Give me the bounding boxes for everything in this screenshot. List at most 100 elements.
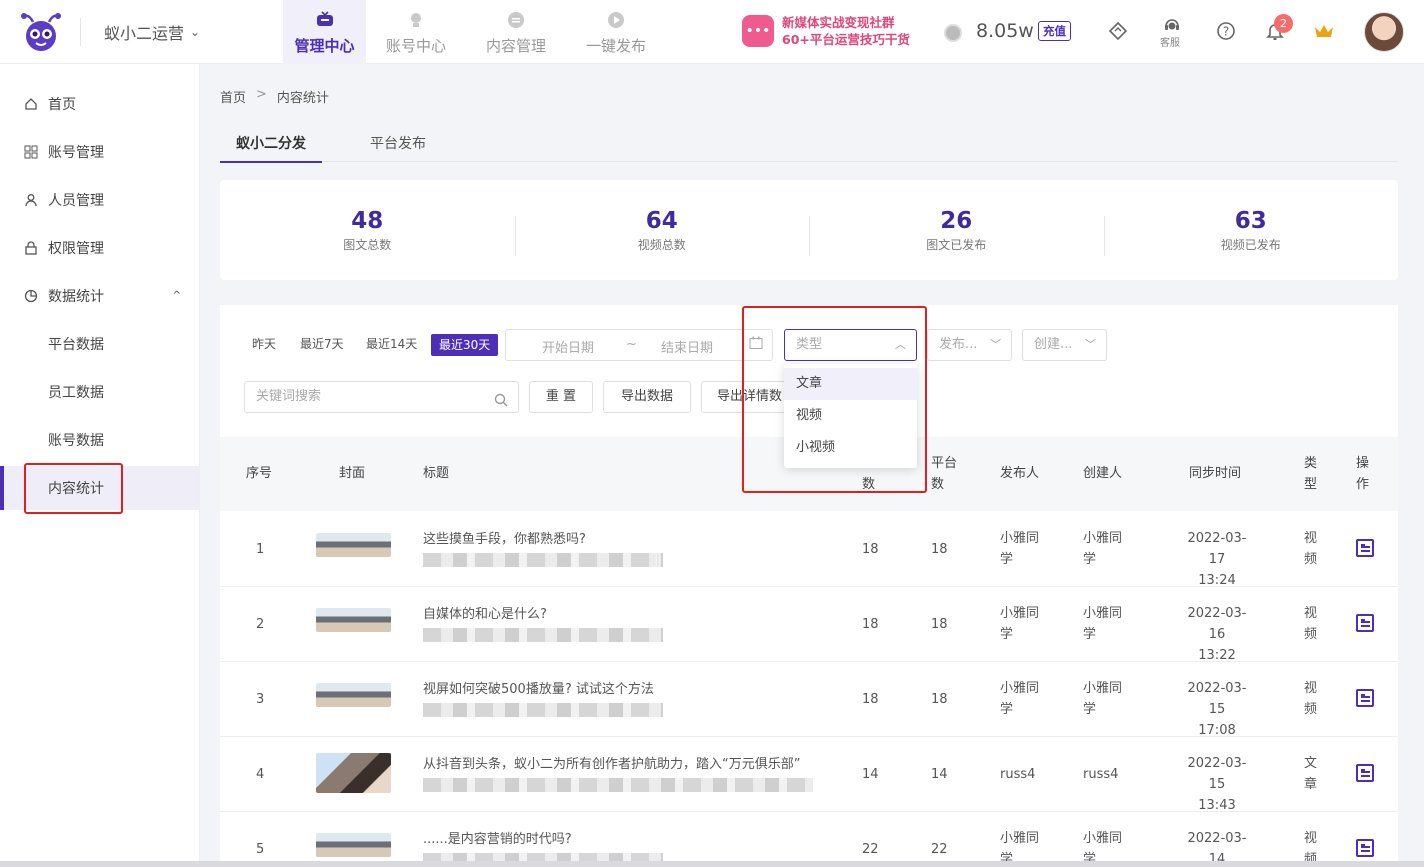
cell-title[interactable]: 从抖音到头条，蚁小二为所有创作者护航助力，踏入“万元俱乐部” [423,754,800,775]
cell-creator: 小雅同 学 [1083,678,1122,720]
sidebar-item-accounts[interactable]: 账号管理 [0,130,199,174]
user-avatar[interactable] [1364,12,1404,52]
cell-publisher: 小雅同 学 [1000,603,1039,645]
quick-filter-30days[interactable]: 最近30天 [431,334,499,356]
cell-title[interactable]: ......是内容营销的时代吗? [423,829,572,850]
sidebar-subitem-content-stats[interactable]: 内容统计 [0,466,199,510]
calendar-icon[interactable] [749,336,763,354]
keyword-search-input[interactable]: 关键词搜索 [244,381,519,413]
cell-sync-time: 2022-03-15 17:08 [1180,678,1254,741]
org-name: 蚁小二运营 [104,24,185,43]
dropdown-option-video[interactable]: 视频 [784,400,917,432]
cell-sync-date: 2022-03-17 [1187,531,1247,567]
sidebar-item-data-stats[interactable]: 数据统计 ^ [0,274,199,318]
cell-publisher: 小雅同 学 [1000,528,1039,570]
reset-button[interactable]: 重 置 [529,381,593,413]
search-icon[interactable] [494,389,508,419]
nav-account-center[interactable]: 账号中心 [366,0,466,64]
tab-platform-publish[interactable]: 平台发布 [370,124,426,162]
dropdown-option-article[interactable]: 文章 [784,368,917,400]
date-range-picker[interactable]: 开始日期 ~ 结束日期 [505,329,773,361]
cover-thumbnail[interactable] [316,753,391,793]
table-row[interactable]: 3 视屏如何突破500播放量? 试试这个方法 18 18 小雅同 学 小雅同 学… [220,662,1398,738]
cell-creator: russ4 [1083,764,1118,785]
cell-index: 3 [256,692,265,707]
detail-icon[interactable] [1356,689,1374,707]
export-data-button[interactable]: 导出数据 [603,381,691,413]
tab-yixiaoer-distribution[interactable]: 蚁小二分发 [220,124,322,163]
cell-type: 视 频 [1304,603,1317,645]
recharge-button[interactable]: 充值 [1038,21,1071,41]
nav-label: 账号中心 [385,36,446,55]
th-type: 类 型 [1304,453,1317,495]
cell-title[interactable]: 自媒体的和心是什么? [423,604,547,625]
cell-title[interactable]: 视屏如何突破500播放量? 试试这个方法 [423,679,654,700]
sidebar-item-label: 权限管理 [48,241,104,257]
table-row[interactable]: 1 这些摸鱼手段，你都熟悉吗? 18 18 小雅同 学 小雅同 学 2022-0… [220,512,1398,588]
org-selector[interactable]: 蚁小二运营 ⌄ [104,20,200,44]
range-separator: ~ [626,337,637,352]
sidebar-subitem-account-data[interactable]: 账号数据 [0,418,199,462]
publisher-select[interactable]: 发布... ﹀ [927,329,1012,361]
dropdown-option-short-video[interactable]: 小视频 [784,432,917,464]
customer-service-icon[interactable] [1161,14,1183,36]
quick-filter-7days[interactable]: 最近7天 [300,332,344,356]
cell-title[interactable]: 这些摸鱼手段，你都熟悉吗? [423,529,586,550]
type-select[interactable]: 类型 ︿ [784,329,917,361]
table-row[interactable]: 5 ......是内容营销的时代吗? 22 22 小雅同 学 小雅同 学 202… [220,812,1398,867]
lock-icon [24,241,38,255]
detail-icon[interactable] [1356,539,1374,557]
sidebar-subitem-label: 员工数据 [48,385,104,401]
cover-thumbnail[interactable] [316,833,391,857]
th-operation: 操 作 [1356,453,1369,495]
sidebar-item-home[interactable]: 首页 [0,82,199,126]
cell-type-line1: 文 [1304,756,1318,771]
sidebar-item-permissions[interactable]: 权限管理 [0,226,199,270]
crown-icon[interactable] [1313,20,1335,42]
creator-select[interactable]: 创建... ﹀ [1022,329,1107,361]
chat-bubble-icon: ••• [742,15,774,47]
cell-type: 视 频 [1304,678,1317,720]
cell-type-line1: 视 [1304,531,1318,546]
end-date-input[interactable]: 结束日期 [661,337,713,356]
sidebar-item-personnel[interactable]: 人员管理 [0,178,199,222]
th-publisher: 发布人 [1000,466,1040,481]
quick-filter-14days[interactable]: 最近14天 [366,332,417,356]
blurred-text [423,553,663,567]
cell-type: 文 章 [1304,753,1317,795]
detail-icon[interactable] [1356,839,1374,857]
top-nav: 管理中心 账号中心 内容管理 一键发布 [283,0,666,64]
publisher-select-placeholder: 发布... [939,337,978,352]
nav-management-center[interactable]: 管理中心 [283,0,366,64]
table-row[interactable]: 4 从抖音到头条，蚁小二为所有创作者护航助力，踏入“万元俱乐部” 14 14 r… [220,737,1398,813]
cover-thumbnail[interactable] [316,608,391,632]
cell-platforms: 18 [931,542,948,557]
stat-label: 图文总数 [343,237,392,252]
coin-icon [944,24,962,42]
stat-label: 视频已发布 [1220,237,1281,252]
sidebar-subitem-label: 平台数据 [48,337,104,353]
breadcrumb-home[interactable]: 首页 [220,87,246,106]
cell-creator-line1: russ4 [1083,767,1119,782]
ant-logo-icon[interactable] [20,10,62,54]
detail-icon[interactable] [1356,614,1374,632]
quick-filter-yesterday[interactable]: 昨天 [252,332,276,356]
cover-thumbnail[interactable] [316,533,391,557]
th-type-line2: 型 [1304,477,1318,492]
nav-content-management[interactable]: 内容管理 [466,0,566,64]
sidebar-subitem-platform-data[interactable]: 平台数据 [0,322,199,366]
diamond-icon[interactable] [1107,20,1129,42]
cell-sync-date: 2022-03-15 [1187,756,1247,792]
help-icon[interactable]: ? [1215,20,1237,42]
horizontal-scrollbar[interactable] [0,861,1424,867]
nav-one-click-publish[interactable]: 一键发布 [566,0,666,64]
table-row[interactable]: 2 自媒体的和心是什么? 18 18 小雅同 学 小雅同 学 2022-03-1… [220,587,1398,663]
sidebar-subitem-staff-data[interactable]: 员工数据 [0,370,199,414]
cell-sync-date: 2022-03-15 [1187,681,1247,717]
cover-thumbnail[interactable] [316,683,391,707]
promo-banner[interactable]: ••• 新媒体实战变现社群 60+平台运营技巧干货 [742,14,910,48]
detail-icon[interactable] [1356,764,1374,782]
type-dropdown-menu: 文章 视频 小视频 [784,364,917,468]
start-date-input[interactable]: 开始日期 [542,337,594,356]
content-icon [505,9,527,31]
